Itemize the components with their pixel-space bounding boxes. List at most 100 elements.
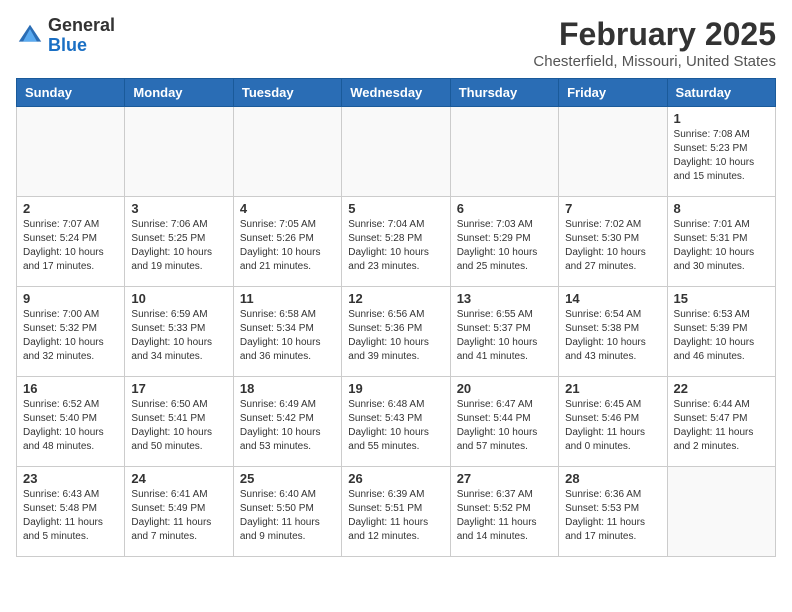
day-number: 6 bbox=[457, 201, 552, 216]
day-info: Sunrise: 6:41 AM Sunset: 5:49 PM Dayligh… bbox=[131, 488, 226, 544]
day-info: Sunrise: 6:56 AM Sunset: 5:36 PM Dayligh… bbox=[348, 308, 443, 364]
calendar-cell: 10Sunrise: 6:59 AM Sunset: 5:33 PM Dayli… bbox=[125, 287, 233, 377]
calendar-cell bbox=[125, 107, 233, 197]
day-header-thursday: Thursday bbox=[450, 79, 558, 107]
calendar-cell: 6 Sunrise: 7:03 AM Sunset: 5:29 PM Daylig… bbox=[450, 197, 558, 287]
calendar-header-row: SundayMondayTuesdayWednesdayThursdayFrid… bbox=[17, 79, 776, 107]
calendar-header: General Blue February 2025 Chesterfield,… bbox=[16, 16, 776, 70]
day-info: Sunrise: 7:08 AM Sunset: 5:23 PM Dayligh… bbox=[674, 128, 769, 184]
day-info: Sunrise: 7:06 AM Sunset: 5:25 PM Dayligh… bbox=[131, 218, 226, 274]
day-info: Sunrise: 6:50 AM Sunset: 5:41 PM Dayligh… bbox=[131, 398, 226, 454]
calendar-cell: 13Sunrise: 6:55 AM Sunset: 5:37 PM Dayli… bbox=[450, 287, 558, 377]
day-number: 10 bbox=[131, 291, 226, 306]
day-number: 27 bbox=[457, 471, 552, 486]
day-number: 12 bbox=[348, 291, 443, 306]
calendar-cell: 1 Sunrise: 7:08 AM Sunset: 5:23 PM Daylig… bbox=[667, 107, 775, 197]
calendar-week-2: 2 Sunrise: 7:07 AM Sunset: 5:24 PM Daylig… bbox=[17, 197, 776, 287]
calendar-cell: 18Sunrise: 6:49 AM Sunset: 5:42 PM Dayli… bbox=[233, 377, 341, 467]
day-number: 5 bbox=[348, 201, 443, 216]
day-number: 25 bbox=[240, 471, 335, 486]
calendar-cell: 24 Sunrise: 6:41 AM Sunset: 5:49 PM Dayli… bbox=[125, 467, 233, 557]
day-number: 15 bbox=[674, 291, 769, 306]
day-info: Sunrise: 7:02 AM Sunset: 5:30 PM Dayligh… bbox=[565, 218, 660, 274]
calendar-cell: 3 Sunrise: 7:06 AM Sunset: 5:25 PM Daylig… bbox=[125, 197, 233, 287]
calendar-cell: 15 Sunrise: 6:53 AM Sunset: 5:39 PM Dayli… bbox=[667, 287, 775, 377]
day-number: 7 bbox=[565, 201, 660, 216]
day-number: 20 bbox=[457, 381, 552, 396]
day-number: 26 bbox=[348, 471, 443, 486]
day-number: 16 bbox=[23, 381, 118, 396]
calendar-cell: 23 Sunrise: 6:43 AM Sunset: 5:48 PM Dayli… bbox=[17, 467, 125, 557]
calendar-cell bbox=[559, 107, 667, 197]
day-number: 3 bbox=[131, 201, 226, 216]
day-info: Sunrise: 7:00 AM Sunset: 5:32 PM Dayligh… bbox=[23, 308, 118, 364]
calendar-cell: 4 Sunrise: 7:05 AM Sunset: 5:26 PM Daylig… bbox=[233, 197, 341, 287]
day-header-friday: Friday bbox=[559, 79, 667, 107]
calendar-cell: 7 Sunrise: 7:02 AM Sunset: 5:30 PM Daylig… bbox=[559, 197, 667, 287]
day-info: Sunrise: 6:58 AM Sunset: 5:34 PM Dayligh… bbox=[240, 308, 335, 364]
day-number: 4 bbox=[240, 201, 335, 216]
day-header-sunday: Sunday bbox=[17, 79, 125, 107]
day-info: Sunrise: 6:44 AM Sunset: 5:47 PM Dayligh… bbox=[674, 398, 769, 454]
day-info: Sunrise: 6:45 AM Sunset: 5:46 PM Dayligh… bbox=[565, 398, 660, 454]
day-info: Sunrise: 7:01 AM Sunset: 5:31 PM Dayligh… bbox=[674, 218, 769, 274]
day-info: Sunrise: 7:05 AM Sunset: 5:26 PM Dayligh… bbox=[240, 218, 335, 274]
location-title: Chesterfield, Missouri, United States bbox=[533, 53, 776, 70]
day-header-monday: Monday bbox=[125, 79, 233, 107]
day-info: Sunrise: 7:07 AM Sunset: 5:24 PM Dayligh… bbox=[23, 218, 118, 274]
day-number: 28 bbox=[565, 471, 660, 486]
title-area: February 2025 Chesterfield, Missouri, Un… bbox=[533, 16, 776, 70]
day-info: Sunrise: 6:52 AM Sunset: 5:40 PM Dayligh… bbox=[23, 398, 118, 454]
day-number: 23 bbox=[23, 471, 118, 486]
day-info: Sunrise: 7:04 AM Sunset: 5:28 PM Dayligh… bbox=[348, 218, 443, 274]
calendar-table: SundayMondayTuesdayWednesdayThursdayFrid… bbox=[16, 78, 776, 557]
day-number: 24 bbox=[131, 471, 226, 486]
calendar-cell: 12 Sunrise: 6:56 AM Sunset: 5:36 PM Dayli… bbox=[342, 287, 450, 377]
calendar-cell: 16 Sunrise: 6:52 AM Sunset: 5:40 PM Dayli… bbox=[17, 377, 125, 467]
day-number: 18 bbox=[240, 381, 335, 396]
calendar-cell bbox=[342, 107, 450, 197]
day-info: Sunrise: 6:39 AM Sunset: 5:51 PM Dayligh… bbox=[348, 488, 443, 544]
day-number: 9 bbox=[23, 291, 118, 306]
day-number: 8 bbox=[674, 201, 769, 216]
calendar-cell bbox=[450, 107, 558, 197]
calendar-cell: 25 Sunrise: 6:40 AM Sunset: 5:50 PM Dayli… bbox=[233, 467, 341, 557]
calendar-cell: 26 Sunrise: 6:39 AM Sunset: 5:51 PM Dayli… bbox=[342, 467, 450, 557]
day-number: 22 bbox=[674, 381, 769, 396]
calendar-cell: 11 Sunrise: 6:58 AM Sunset: 5:34 PM Dayli… bbox=[233, 287, 341, 377]
day-info: Sunrise: 6:37 AM Sunset: 5:52 PM Dayligh… bbox=[457, 488, 552, 544]
day-info: Sunrise: 6:48 AM Sunset: 5:43 PM Dayligh… bbox=[348, 398, 443, 454]
day-header-tuesday: Tuesday bbox=[233, 79, 341, 107]
calendar-cell bbox=[17, 107, 125, 197]
day-info: Sunrise: 7:03 AM Sunset: 5:29 PM Dayligh… bbox=[457, 218, 552, 274]
calendar-cell: 21 Sunrise: 6:45 AM Sunset: 5:46 PM Dayli… bbox=[559, 377, 667, 467]
calendar-cell bbox=[667, 467, 775, 557]
day-number: 11 bbox=[240, 291, 335, 306]
calendar-cell: 14Sunrise: 6:54 AM Sunset: 5:38 PM Dayli… bbox=[559, 287, 667, 377]
day-info: Sunrise: 6:36 AM Sunset: 5:53 PM Dayligh… bbox=[565, 488, 660, 544]
calendar-cell: 22 Sunrise: 6:44 AM Sunset: 5:47 PM Dayli… bbox=[667, 377, 775, 467]
calendar-cell: 20 Sunrise: 6:47 AM Sunset: 5:44 PM Dayli… bbox=[450, 377, 558, 467]
calendar-cell: 8 Sunrise: 7:01 AM Sunset: 5:31 PM Daylig… bbox=[667, 197, 775, 287]
day-info: Sunrise: 6:53 AM Sunset: 5:39 PM Dayligh… bbox=[674, 308, 769, 364]
calendar-cell: 17 Sunrise: 6:50 AM Sunset: 5:41 PM Dayli… bbox=[125, 377, 233, 467]
logo-icon bbox=[16, 22, 44, 50]
calendar-cell: 5 Sunrise: 7:04 AM Sunset: 5:28 PM Daylig… bbox=[342, 197, 450, 287]
calendar-week-3: 9 Sunrise: 7:00 AM Sunset: 5:32 PM Daylig… bbox=[17, 287, 776, 377]
day-header-wednesday: Wednesday bbox=[342, 79, 450, 107]
day-header-saturday: Saturday bbox=[667, 79, 775, 107]
day-number: 13 bbox=[457, 291, 552, 306]
day-number: 19 bbox=[348, 381, 443, 396]
day-number: 2 bbox=[23, 201, 118, 216]
day-number: 21 bbox=[565, 381, 660, 396]
month-title: February 2025 bbox=[533, 16, 776, 53]
day-number: 1 bbox=[674, 111, 769, 126]
day-number: 17 bbox=[131, 381, 226, 396]
calendar-cell: 9 Sunrise: 7:00 AM Sunset: 5:32 PM Daylig… bbox=[17, 287, 125, 377]
calendar-cell bbox=[233, 107, 341, 197]
calendar-cell: 28 Sunrise: 6:36 AM Sunset: 5:53 PM Dayli… bbox=[559, 467, 667, 557]
day-info: Sunrise: 6:40 AM Sunset: 5:50 PM Dayligh… bbox=[240, 488, 335, 544]
day-info: Sunrise: 6:43 AM Sunset: 5:48 PM Dayligh… bbox=[23, 488, 118, 544]
day-info: Sunrise: 6:47 AM Sunset: 5:44 PM Dayligh… bbox=[457, 398, 552, 454]
logo-general-text: General bbox=[48, 16, 115, 36]
